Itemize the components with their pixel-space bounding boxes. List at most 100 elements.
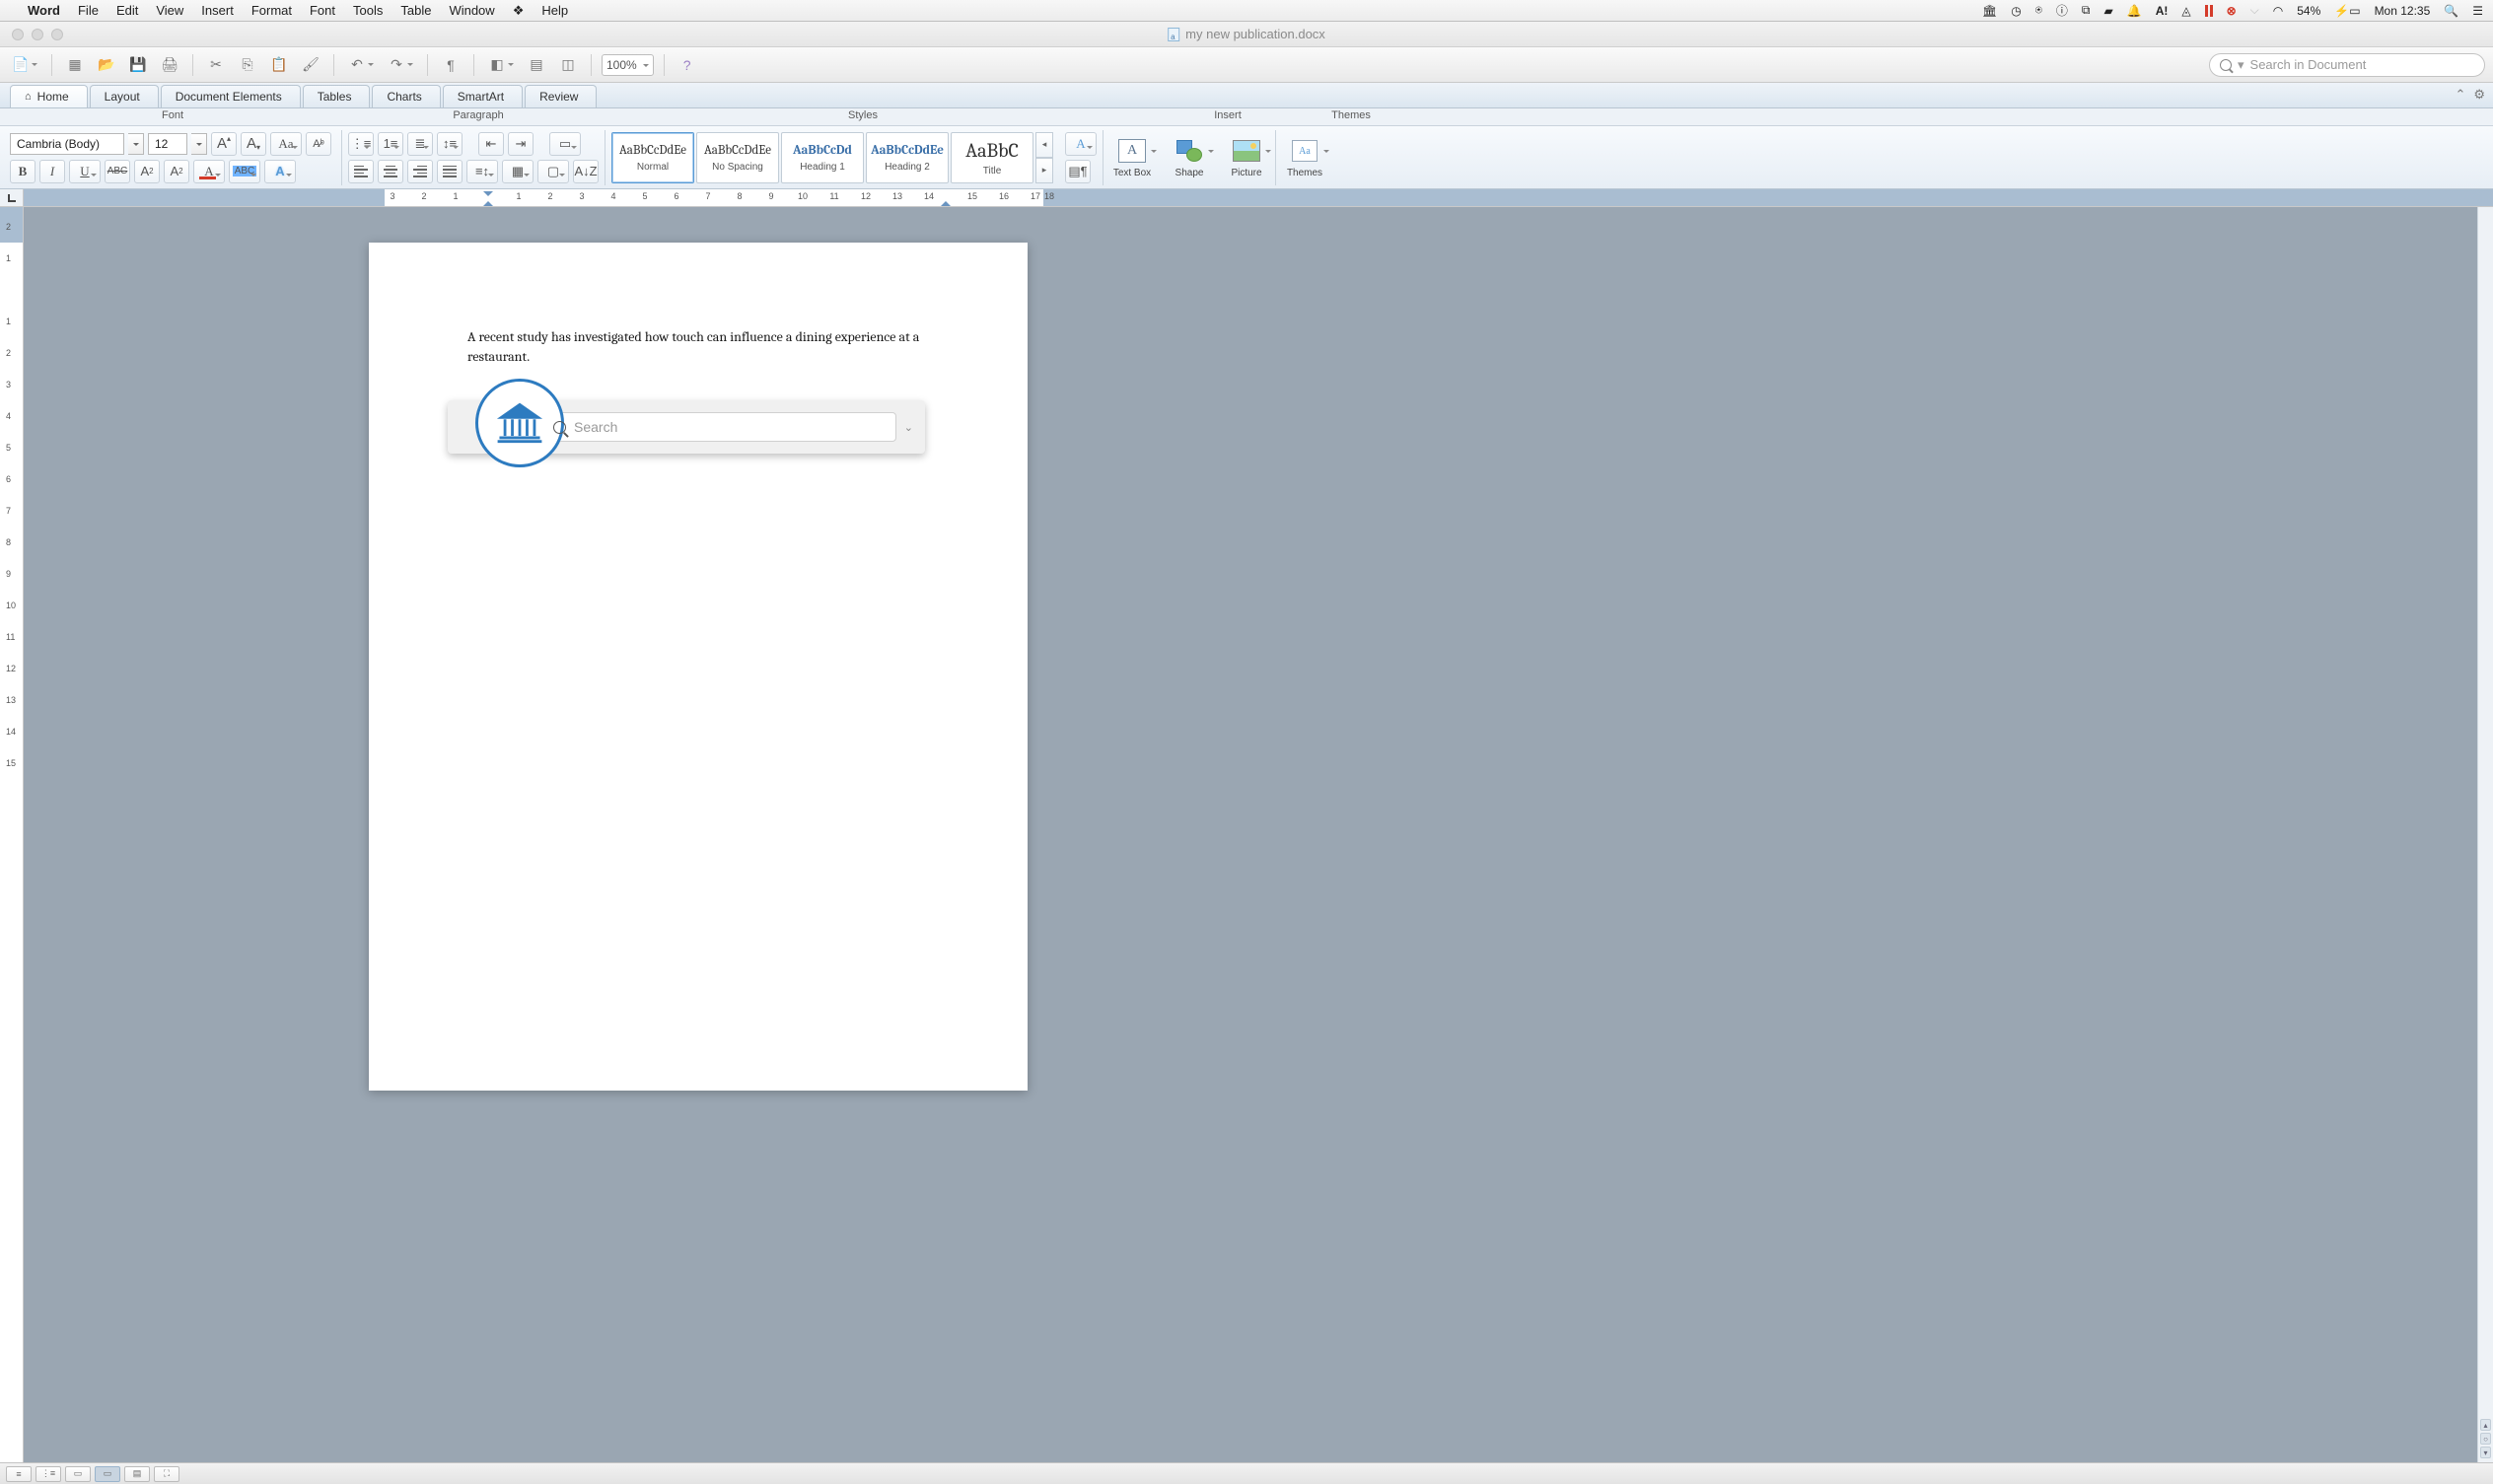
change-case-button[interactable]: Aa (270, 132, 302, 156)
redo-button[interactable]: ↷ (384, 52, 417, 78)
text-direction-button[interactable]: ▭ (549, 132, 581, 156)
adobe-icon[interactable]: A! (2156, 4, 2169, 18)
shrink-font-button[interactable]: A▾ (241, 132, 266, 156)
style-normal[interactable]: AaBbCcDdEeNormal (611, 132, 694, 183)
gdrive-icon[interactable]: ◬ (2181, 4, 2190, 18)
menu-edit[interactable]: Edit (116, 3, 138, 18)
next-page-button[interactable]: ▾ (2480, 1447, 2491, 1458)
notebook-view-button[interactable]: ▤ (124, 1466, 150, 1482)
superscript-button[interactable]: A2 (134, 160, 160, 183)
collapse-ribbon-button[interactable]: ⌃ (2455, 87, 2465, 103)
media-browser-button[interactable]: ◫ (555, 52, 581, 78)
document-canvas[interactable]: A recent study has investigated how touc… (24, 207, 2477, 1462)
styles-scroll[interactable]: ◂▸ (1035, 132, 1053, 183)
menu-format[interactable]: Format (251, 3, 292, 18)
print-layout-view-button[interactable]: ▭ (95, 1466, 120, 1482)
search-dropdown-icon[interactable]: ⌄ (904, 421, 913, 434)
draft-view-button[interactable]: ≡ (6, 1466, 32, 1482)
publishing-view-button[interactable]: ▭ (65, 1466, 91, 1482)
menu-tools[interactable]: Tools (353, 3, 383, 18)
shading-button[interactable]: ▦ (502, 160, 534, 183)
prev-page-button[interactable]: ▴ (2480, 1419, 2491, 1431)
copy-button[interactable]: ⎘ (235, 52, 260, 78)
menu-insert[interactable]: Insert (201, 3, 234, 18)
zoom-window-button[interactable] (51, 29, 63, 40)
font-name-combobox[interactable]: Cambria (Body) (10, 133, 124, 155)
menu-font[interactable]: Font (310, 3, 335, 18)
align-center-button[interactable] (378, 160, 403, 183)
align-right-button[interactable] (407, 160, 433, 183)
style-heading-1[interactable]: AaBbCcDdHeading 1 (781, 132, 864, 183)
cut-button[interactable]: ✂ (203, 52, 229, 78)
menu-file[interactable]: File (78, 3, 99, 18)
grow-font-button[interactable]: A▴ (211, 132, 237, 156)
app-menu[interactable]: Word (28, 3, 60, 18)
fullscreen-view-button[interactable]: ⛶ (154, 1466, 179, 1482)
close-window-button[interactable] (12, 29, 24, 40)
tab-document-elements[interactable]: Document Elements (161, 85, 301, 107)
citation-search-input[interactable]: Search (542, 412, 896, 442)
new-doc-button[interactable]: 📄 (8, 52, 41, 78)
increase-indent-button[interactable]: ⇥ (508, 132, 534, 156)
subscript-button[interactable]: A2 (164, 160, 189, 183)
bullets-button[interactable]: ⋮≡ (348, 132, 374, 156)
style-heading-2[interactable]: AaBbCcDdEeHeading 2 (866, 132, 949, 183)
clock-icon[interactable]: ◷ (2011, 4, 2021, 18)
minimize-window-button[interactable] (32, 29, 43, 40)
style-no-spacing[interactable]: AaBbCcDdEeNo Spacing (696, 132, 779, 183)
menu-table[interactable]: Table (400, 3, 431, 18)
menu-view[interactable]: View (156, 3, 183, 18)
shape-button[interactable]: Shape (1167, 136, 1212, 178)
multilevel-list-button[interactable]: ≣ (407, 132, 433, 156)
decrease-indent-button[interactable]: ⇤ (478, 132, 504, 156)
borders-button[interactable]: ▢ (537, 160, 569, 183)
search-document-field[interactable]: ▾ Search in Document (2209, 53, 2485, 77)
underline-button[interactable]: U (69, 160, 101, 183)
help-button[interactable]: ? (675, 52, 700, 78)
clear-formatting-button[interactable]: A̷ᵇ (306, 132, 331, 156)
tab-selector[interactable] (0, 189, 24, 207)
textbox-button[interactable]: AText Box (1109, 136, 1155, 178)
show-formatting-button[interactable]: ¶ (438, 52, 463, 78)
bold-button[interactable]: B (10, 160, 36, 183)
document-body-text[interactable]: A recent study has investigated how touc… (467, 327, 929, 366)
open-button[interactable]: 📂 (94, 52, 119, 78)
tab-layout[interactable]: Layout (90, 85, 159, 107)
paste-button[interactable]: 📋 (266, 52, 292, 78)
sort-button[interactable]: A↓Z (573, 160, 599, 183)
style-title[interactable]: AaBbCTitle (951, 132, 1033, 183)
notification-center-icon[interactable]: ☰ (2472, 4, 2483, 18)
sync-error-icon[interactable]: ⊗ (2227, 4, 2237, 18)
tab-smartart[interactable]: SmartArt (443, 85, 523, 107)
picture-button[interactable]: Picture (1224, 136, 1269, 178)
italic-button[interactable]: I (39, 160, 65, 183)
right-indent[interactable] (941, 196, 951, 206)
vertical-ruler[interactable]: 2 1 1 2 3 4 5 6 7 8 9 10 11 12 13 14 15 (0, 207, 24, 1462)
font-color-button[interactable]: A (193, 160, 225, 183)
star-box-icon[interactable]: ⍟ (2035, 3, 2042, 18)
horizontal-ruler[interactable]: 3 2 1 1 2 3 4 5 6 7 8 9 10 11 12 13 14 1… (24, 189, 2493, 207)
pause-icon[interactable] (2205, 5, 2213, 17)
browse-object-button[interactable]: ○ (2480, 1433, 2491, 1445)
bell-icon[interactable]: 🔔 (2127, 4, 2142, 18)
line-spacing-button[interactable]: ↕≡ (437, 132, 463, 156)
justify-button[interactable] (437, 160, 463, 183)
tab-home[interactable]: ⌂Home (10, 85, 88, 107)
save-button[interactable]: 💾 (125, 52, 151, 78)
hanging-indent[interactable] (483, 196, 493, 206)
document-page[interactable]: A recent study has investigated how touc… (369, 243, 1028, 1091)
strikethrough-button[interactable]: ABC (105, 160, 130, 183)
sidebar-toggle-button[interactable]: ◧ (484, 52, 518, 78)
wifi-icon[interactable]: ◠ (2273, 4, 2283, 18)
outline-view-button[interactable]: ⋮≡ (36, 1466, 61, 1482)
align-left-button[interactable] (348, 160, 374, 183)
text-effects-button[interactable]: A (264, 160, 296, 183)
font-name-dropdown[interactable] (128, 133, 144, 155)
highlight-button[interactable]: ABC (229, 160, 260, 183)
numbering-button[interactable]: 1≡ (378, 132, 403, 156)
format-painter-button[interactable]: 🖌 (298, 52, 323, 78)
menu-help[interactable]: Help (541, 3, 568, 18)
bluetooth-icon[interactable]: ⌵ (2250, 3, 2259, 18)
info-icon[interactable]: ⓘ (2056, 2, 2068, 19)
dropbox-icon[interactable]: ⧉ (2082, 3, 2091, 18)
